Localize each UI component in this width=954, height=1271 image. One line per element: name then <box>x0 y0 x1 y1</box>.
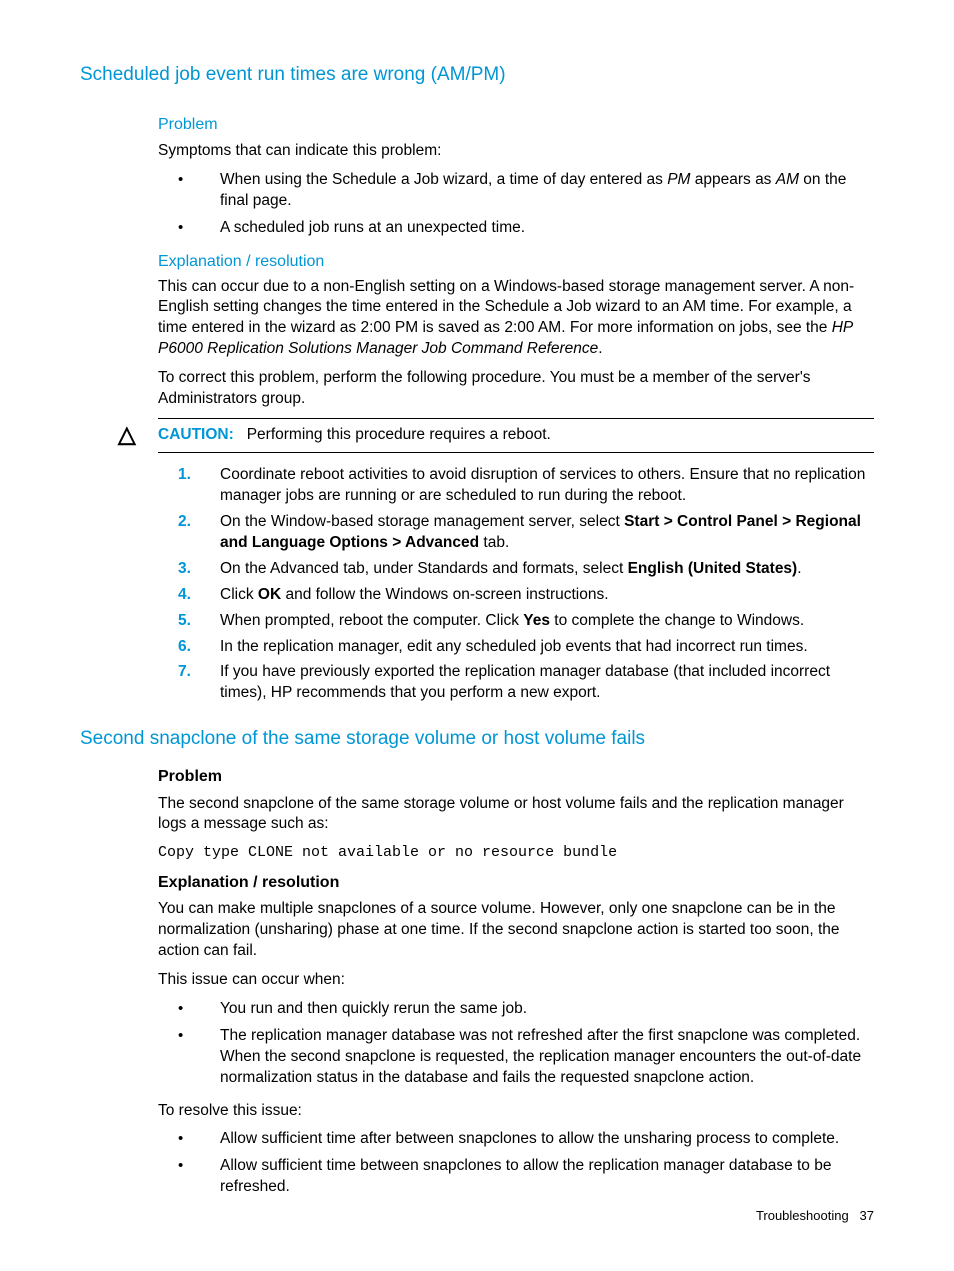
separator <box>158 452 874 453</box>
text: to complete the change to Windows. <box>550 612 804 629</box>
caution-block: △ CAUTION: Performing this procedure req… <box>118 425 874 446</box>
step-item: If you have previously exported the repl… <box>178 662 874 704</box>
text: Click <box>220 586 258 603</box>
text: When using the Schedule a Job wizard, a … <box>220 171 667 188</box>
explanation-text-2: To correct this problem, perform the fol… <box>158 368 874 410</box>
text: When prompted, reboot the computer. Clic… <box>220 612 523 629</box>
step-item: Click OK and follow the Windows on-scree… <box>178 585 874 606</box>
step-item: In the replication manager, edit any sch… <box>178 637 874 658</box>
occur-list: You run and then quickly rerun the same … <box>178 999 874 1089</box>
caution-icon: △ <box>118 423 138 446</box>
problem-text: The second snapclone of the same storage… <box>158 794 874 836</box>
list-item: You run and then quickly rerun the same … <box>178 999 874 1020</box>
text: appears as <box>690 171 775 188</box>
resolve-list: Allow sufficient time after between snap… <box>178 1129 874 1198</box>
explanation-heading-2: Explanation / resolution <box>158 872 874 894</box>
section-heading-2: Second snapclone of the same storage vol… <box>80 726 874 752</box>
text-bold: OK <box>258 586 281 603</box>
step-item: When prompted, reboot the computer. Clic… <box>178 611 874 632</box>
text: On the Advanced tab, under Standards and… <box>220 560 628 577</box>
text-bold: English (United States) <box>628 560 798 577</box>
step-item: On the Advanced tab, under Standards and… <box>178 559 874 580</box>
caution-content: CAUTION: Performing this procedure requi… <box>158 425 874 446</box>
procedure-steps: Coordinate reboot activities to avoid di… <box>178 465 874 704</box>
footer-page: 37 <box>860 1208 874 1223</box>
problem-heading-1: Problem <box>158 114 874 136</box>
symptoms-intro: Symptoms that can indicate this problem: <box>158 141 874 162</box>
page-footer: Troubleshooting 37 <box>756 1207 874 1225</box>
text: . <box>797 560 801 577</box>
separator <box>158 418 874 419</box>
text: tab. <box>479 534 509 551</box>
section-heading-1: Scheduled job event run times are wrong … <box>80 62 874 88</box>
code-sample: Copy type CLONE not available or no reso… <box>158 843 874 863</box>
text: . <box>598 340 602 357</box>
problem-heading-2: Problem <box>158 766 874 788</box>
explanation-heading-1: Explanation / resolution <box>158 251 874 273</box>
list-item: Allow sufficient time after between snap… <box>178 1129 874 1150</box>
footer-category: Troubleshooting <box>756 1208 849 1223</box>
text-italic: PM <box>667 171 690 188</box>
list-item: The replication manager database was not… <box>178 1026 874 1089</box>
text: This can occur due to a non-English sett… <box>158 278 854 337</box>
symptom-list: When using the Schedule a Job wizard, a … <box>178 170 874 239</box>
text-italic: AM <box>776 171 799 188</box>
resolve-intro: To resolve this issue: <box>158 1101 874 1122</box>
step-item: On the Window-based storage management s… <box>178 512 874 554</box>
caution-message: Performing this procedure requires a reb… <box>247 426 551 443</box>
list-item: When using the Schedule a Job wizard, a … <box>178 170 874 212</box>
list-item: Allow sufficient time between snapclones… <box>178 1156 874 1198</box>
list-item: A scheduled job runs at an unexpected ti… <box>178 218 874 239</box>
text-bold: Yes <box>523 612 550 629</box>
occur-intro: This issue can occur when: <box>158 970 874 991</box>
explanation-body: You can make multiple snapclones of a so… <box>158 899 874 962</box>
caution-label: CAUTION: <box>158 426 234 443</box>
text: and follow the Windows on-screen instruc… <box>281 586 608 603</box>
explanation-text: This can occur due to a non-English sett… <box>158 277 874 361</box>
text: On the Window-based storage management s… <box>220 513 624 530</box>
step-item: Coordinate reboot activities to avoid di… <box>178 465 874 507</box>
